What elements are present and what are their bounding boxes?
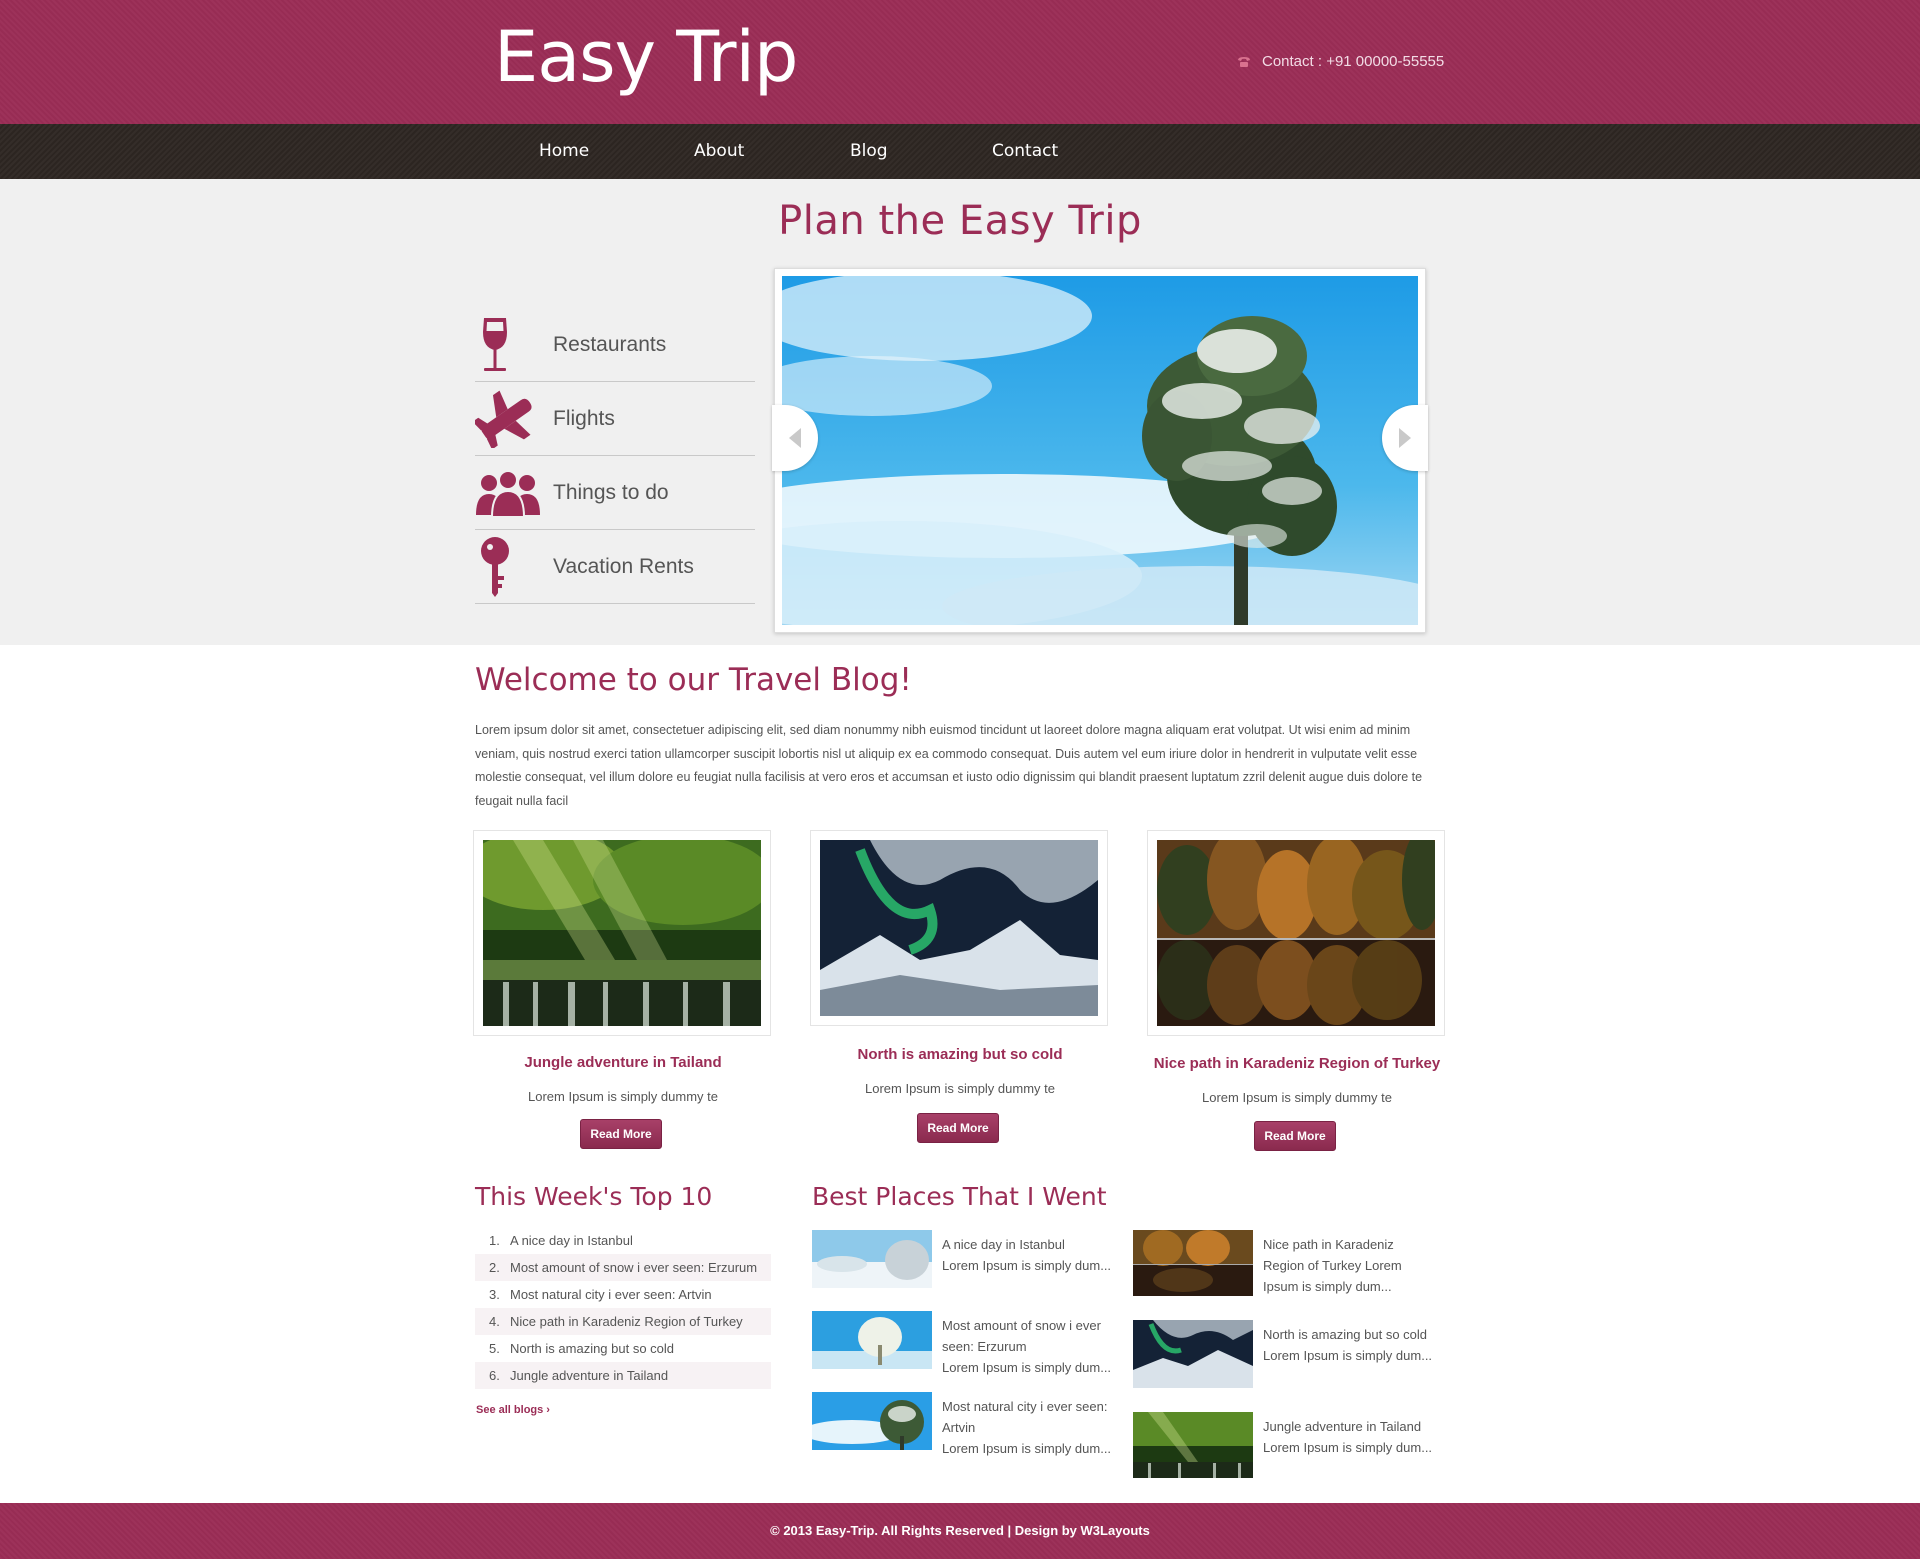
place-text: Most amount of snow i ever seen: Erzurum…	[942, 1318, 1112, 1375]
image-slider	[772, 268, 1428, 633]
jungle-waterfall-image	[483, 840, 761, 1026]
best-place-item[interactable]: North is amazing but so cold Lorem Ipsum…	[1133, 1320, 1443, 1388]
read-more-button[interactable]: Read More	[580, 1119, 662, 1149]
card-text: Lorem Ipsum is simply dummy te	[1202, 1090, 1392, 1105]
card-image-frame[interactable]	[473, 830, 771, 1036]
place-text: Nice path in Karadeniz Region of Turkey …	[1263, 1237, 1402, 1294]
footer-copyright: © 2013 Easy-Trip. All Rights Reserved | …	[770, 1523, 1150, 1538]
see-all-blogs-link[interactable]: See all blogs ›	[476, 1404, 550, 1416]
service-label: Vacation Rents	[553, 554, 694, 578]
slide-image-snowy-tree	[782, 276, 1418, 625]
top10-item[interactable]: 2. Most amount of snow i ever seen: Erzur…	[475, 1254, 771, 1281]
hero-title: Plan the Easy Trip	[778, 198, 1142, 244]
card-text: Lorem Ipsum is simply dummy te	[865, 1081, 1055, 1096]
best-place-item[interactable]: Nice path in Karadeniz Region of Turkey …	[1133, 1230, 1443, 1296]
top10-item[interactable]: 3. Most natural city i ever seen: Artvin	[475, 1281, 771, 1308]
wine-glass-icon	[483, 317, 507, 371]
read-more-button[interactable]: Read More	[1254, 1121, 1336, 1151]
top10-item[interactable]: 6. Jungle adventure in Tailand	[475, 1362, 771, 1389]
card-image-frame[interactable]	[1147, 830, 1445, 1036]
autumn-lake-image	[1157, 840, 1435, 1026]
airplane-icon	[475, 390, 532, 448]
chevron-right-icon	[1399, 428, 1411, 448]
best-places-title: Best Places That I Went	[812, 1182, 1107, 1211]
services-menu: Restaurants Flights Things to do Vacatio…	[475, 308, 755, 604]
place-thumbnail-artvin	[812, 1392, 932, 1450]
contact-text: Contact : +91 00000-55555	[1262, 53, 1445, 70]
top10-item[interactable]: 4. Nice path in Karadeniz Region of Turke…	[475, 1308, 771, 1335]
place-thumbnail-istanbul	[812, 1230, 932, 1288]
card-title[interactable]: Jungle adventure in Tailand	[473, 1054, 773, 1071]
contact-info: Contact : +91 00000-55555	[1236, 53, 1444, 70]
top10-title: This Week's Top 10	[475, 1182, 713, 1211]
best-place-item[interactable]: A nice day in Istanbul Lorem Ipsum is si…	[812, 1230, 1122, 1290]
welcome-title: Welcome to our Travel Blog!	[475, 662, 912, 698]
place-thumbnail-erzurum	[812, 1311, 932, 1369]
card-title[interactable]: Nice path in Karadeniz Region of Turkey	[1147, 1055, 1447, 1072]
service-things-to-do[interactable]: Things to do	[475, 456, 755, 530]
place-thumbnail-jungle	[1133, 1412, 1253, 1478]
phone-icon	[1238, 56, 1250, 67]
place-text: Jungle adventure in Tailand Lorem Ipsum …	[1263, 1419, 1433, 1455]
nav-blog[interactable]: Blog	[850, 141, 888, 161]
top10-item[interactable]: 5. North is amazing but so cold	[475, 1335, 771, 1362]
place-text: Most natural city i ever seen: Artvin Lo…	[942, 1399, 1112, 1456]
service-label: Restaurants	[553, 332, 667, 356]
service-label: Flights	[553, 406, 615, 430]
site-footer: © 2013 Easy-Trip. All Rights Reserved | …	[0, 1503, 1920, 1559]
nav-home[interactable]: Home	[539, 141, 589, 161]
best-place-item[interactable]: Most natural city i ever seen: Artvin Lo…	[812, 1392, 1122, 1456]
top10-list: 1. A nice day in Istanbul 2. Most amount o…	[475, 1227, 771, 1389]
service-restaurants[interactable]: Restaurants	[475, 308, 755, 382]
read-more-button[interactable]: Read More	[917, 1113, 999, 1143]
service-vacation-rents[interactable]: Vacation Rents	[475, 530, 755, 604]
site-logo[interactable]: Easy Trip	[494, 14, 798, 100]
people-group-icon	[476, 469, 540, 517]
main-nav: Home About Blog Contact	[0, 124, 1920, 179]
aurora-mountain-image	[820, 840, 1098, 1016]
card-image-frame[interactable]	[810, 830, 1108, 1026]
chevron-left-icon	[789, 428, 801, 448]
site-header: Easy Trip Contact : +91 00000-55555	[0, 0, 1920, 124]
place-thumbnail-north	[1133, 1320, 1253, 1388]
best-place-item[interactable]: Jungle adventure in Tailand Lorem Ipsum …	[1133, 1412, 1443, 1478]
welcome-text: Lorem ipsum dolor sit amet, consectetuer…	[475, 723, 1423, 808]
card-title[interactable]: North is amazing but so cold	[810, 1046, 1110, 1063]
place-text: North is amazing but so cold Lorem Ipsum…	[1263, 1327, 1433, 1363]
card-text: Lorem Ipsum is simply dummy te	[528, 1089, 718, 1104]
best-place-item[interactable]: Most amount of snow i ever seen: Erzurum…	[812, 1311, 1122, 1375]
place-thumbnail-karadeniz	[1133, 1230, 1253, 1296]
service-flights[interactable]: Flights	[475, 382, 755, 456]
place-text: A nice day in Istanbul Lorem Ipsum is si…	[942, 1237, 1112, 1273]
nav-about[interactable]: About	[694, 141, 744, 161]
key-icon	[481, 536, 509, 597]
top10-item[interactable]: 1. A nice day in Istanbul	[475, 1227, 771, 1254]
service-label: Things to do	[553, 480, 669, 504]
nav-contact[interactable]: Contact	[992, 141, 1058, 161]
